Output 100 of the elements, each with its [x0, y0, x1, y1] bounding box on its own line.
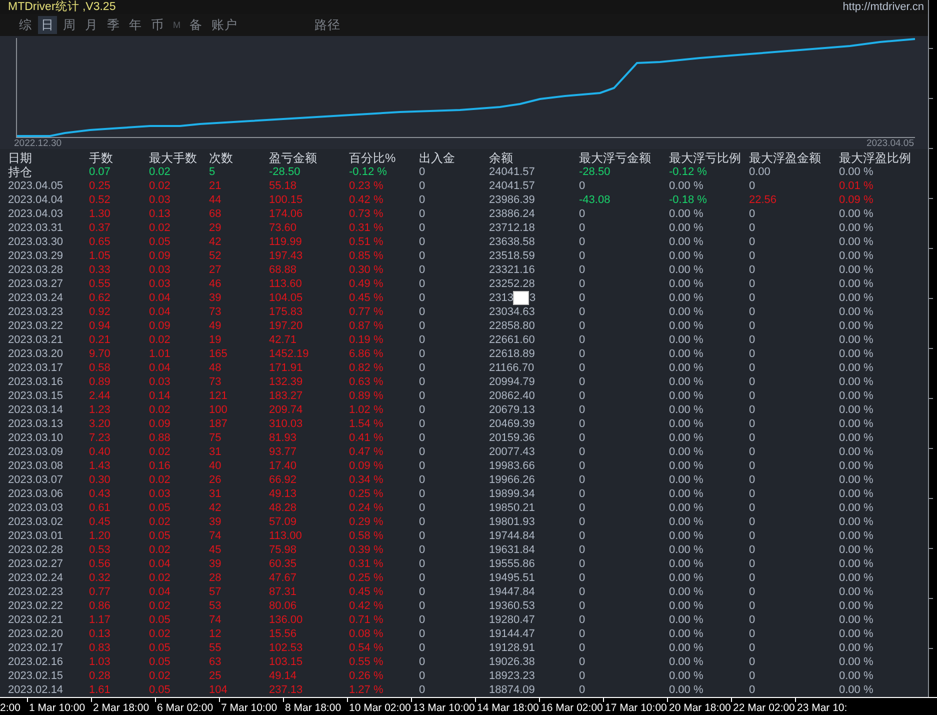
table-cell-text: 0.65	[89, 235, 112, 249]
table-cell-text: 0.05	[149, 529, 172, 543]
table-cell-text: 121	[209, 389, 228, 403]
table-cell-text: 0.00 %	[839, 683, 874, 697]
table-cell-text: 0.00 %	[839, 627, 874, 641]
window-title: MTDriver统计 ,V3.25	[8, 0, 116, 14]
table-cell-text: 0	[419, 683, 426, 697]
tab[interactable]: 账户	[208, 16, 240, 34]
table-cell-text: 0	[749, 305, 756, 319]
table-cell-text: 0.02	[149, 221, 172, 235]
table-cell-text: 1.01	[149, 347, 172, 361]
table-cell-text: 0	[579, 361, 586, 375]
table-cell-text: 20679.13	[489, 403, 536, 417]
table-cell-text: 6.86 %	[349, 347, 384, 361]
table-cell-text: -0.12 %	[349, 165, 388, 179]
tab[interactable]: 备	[186, 16, 206, 34]
row-label: 2023.03.24	[8, 291, 64, 305]
website-link[interactable]: http://mtdriver.cn	[842, 0, 924, 14]
table-cell-text: 0.00 %	[669, 305, 704, 319]
table-cell-text: 0.71 %	[349, 613, 384, 627]
tab[interactable]: 路径	[312, 16, 344, 34]
tab[interactable]: 季	[104, 16, 123, 34]
table-cell-text: 39	[209, 515, 222, 529]
table-cell-text: 0	[419, 347, 426, 361]
table-cell-text: 68	[209, 207, 222, 221]
table-cell-text: 0	[579, 641, 586, 655]
table-cell-text: 28	[209, 571, 222, 585]
tab[interactable]: 币	[148, 16, 167, 34]
column-header: 最大浮盈金额	[749, 151, 822, 165]
table-cell-text: 0.37	[89, 221, 112, 235]
table-cell-text: 22661.60	[489, 333, 536, 347]
table-cell-text: 0.00 %	[839, 613, 874, 627]
row-label: 2023.03.17	[8, 361, 64, 375]
table-cell-text: 0	[579, 417, 586, 431]
table-cell-text: 132.39	[269, 375, 304, 389]
table-cell-text: 20994.79	[489, 375, 536, 389]
table-cell-text: 0	[579, 305, 586, 319]
table-cell-text: 0.00 %	[839, 319, 874, 333]
table-cell-text: 9.70	[89, 347, 112, 361]
table-cell-text: 0.08 %	[349, 627, 384, 641]
tab[interactable]: 日	[38, 16, 57, 34]
table-cell-text: 42	[209, 235, 222, 249]
table-cell-text: 1.54 %	[349, 417, 384, 431]
table-cell-text: 0	[579, 529, 586, 543]
table-cell-text: 0.00 %	[839, 529, 874, 543]
table-cell-text: 81.93	[269, 431, 298, 445]
table-cell-text: 113.60	[269, 277, 303, 291]
table-cell-text: 17.40	[269, 459, 298, 473]
table-cell-text: 19899.34	[489, 487, 536, 501]
table-cell-text: 0	[749, 627, 756, 641]
table-cell-text: 209.74	[269, 403, 304, 417]
table-cell-text: 0.05	[149, 613, 172, 627]
table-cell-text: 0	[579, 277, 586, 291]
table-cell-text: 39	[209, 291, 222, 305]
table-cell-text: 0	[749, 333, 756, 347]
tab[interactable]: 月	[82, 16, 101, 34]
table-cell-text: 0	[419, 319, 426, 333]
table-cell-text: 1452.19	[269, 347, 310, 361]
table-cell-text: 1.30	[89, 207, 112, 221]
table-cell-text: 0.00 %	[669, 263, 704, 277]
table-cell-text: 0	[419, 445, 426, 459]
row-label: 2023.04.04	[8, 193, 64, 207]
table-cell-text: 0	[419, 193, 426, 207]
row-label: 2023.02.14	[8, 683, 64, 697]
table-cell-text: 3.20	[89, 417, 112, 431]
table-cell-text: 0	[419, 221, 426, 235]
time-label: 20 Mar 18:00	[669, 701, 731, 715]
table-cell-text: 237.13	[269, 683, 304, 697]
table-cell-text: 0	[579, 249, 586, 263]
column-header: 最大浮盈比例	[839, 151, 912, 165]
table-cell-text: 0.00 %	[669, 627, 704, 641]
table-cell-text: 18923.23	[489, 669, 536, 683]
table-cell-text: 0.00 %	[839, 235, 874, 249]
table-cell-text: 0	[579, 333, 586, 347]
row-label: 2023.03.01	[8, 529, 64, 543]
tab[interactable]: 年	[126, 16, 145, 34]
time-label: 6 Mar 02:00	[157, 701, 214, 715]
table-cell-text: 119.99	[269, 235, 303, 249]
column-header: 余额	[489, 151, 514, 165]
row-label: 2023.02.27	[8, 557, 64, 571]
table-cell-text: 21166.70	[489, 361, 536, 375]
tab[interactable]: 周	[60, 16, 79, 34]
table-cell-text: 23034.63	[489, 305, 536, 319]
table-cell-text: 0	[579, 459, 586, 473]
table-cell-text: 0.00 %	[839, 543, 874, 557]
table-cell-text: 26	[209, 473, 222, 487]
table-cell-text: 68.88	[269, 263, 298, 277]
table-cell-text: 0	[419, 515, 426, 529]
row-label: 2023.03.23	[8, 305, 64, 319]
table-cell-text: 0.63 %	[349, 375, 384, 389]
table-cell-text: 0	[749, 585, 756, 599]
table-cell-text: 1.23	[89, 403, 112, 417]
tab[interactable]: 综	[16, 16, 35, 34]
table-cell-text: 0.54 %	[349, 641, 384, 655]
table-cell-text: 0.02	[149, 445, 172, 459]
table-cell-text: 183.27	[269, 389, 304, 403]
table-cell-text: 0	[749, 487, 756, 501]
table-cell-text: 24041.57	[489, 179, 536, 193]
table-cell-text: 0.41 %	[349, 431, 384, 445]
table-cell-text: 0	[579, 613, 586, 627]
